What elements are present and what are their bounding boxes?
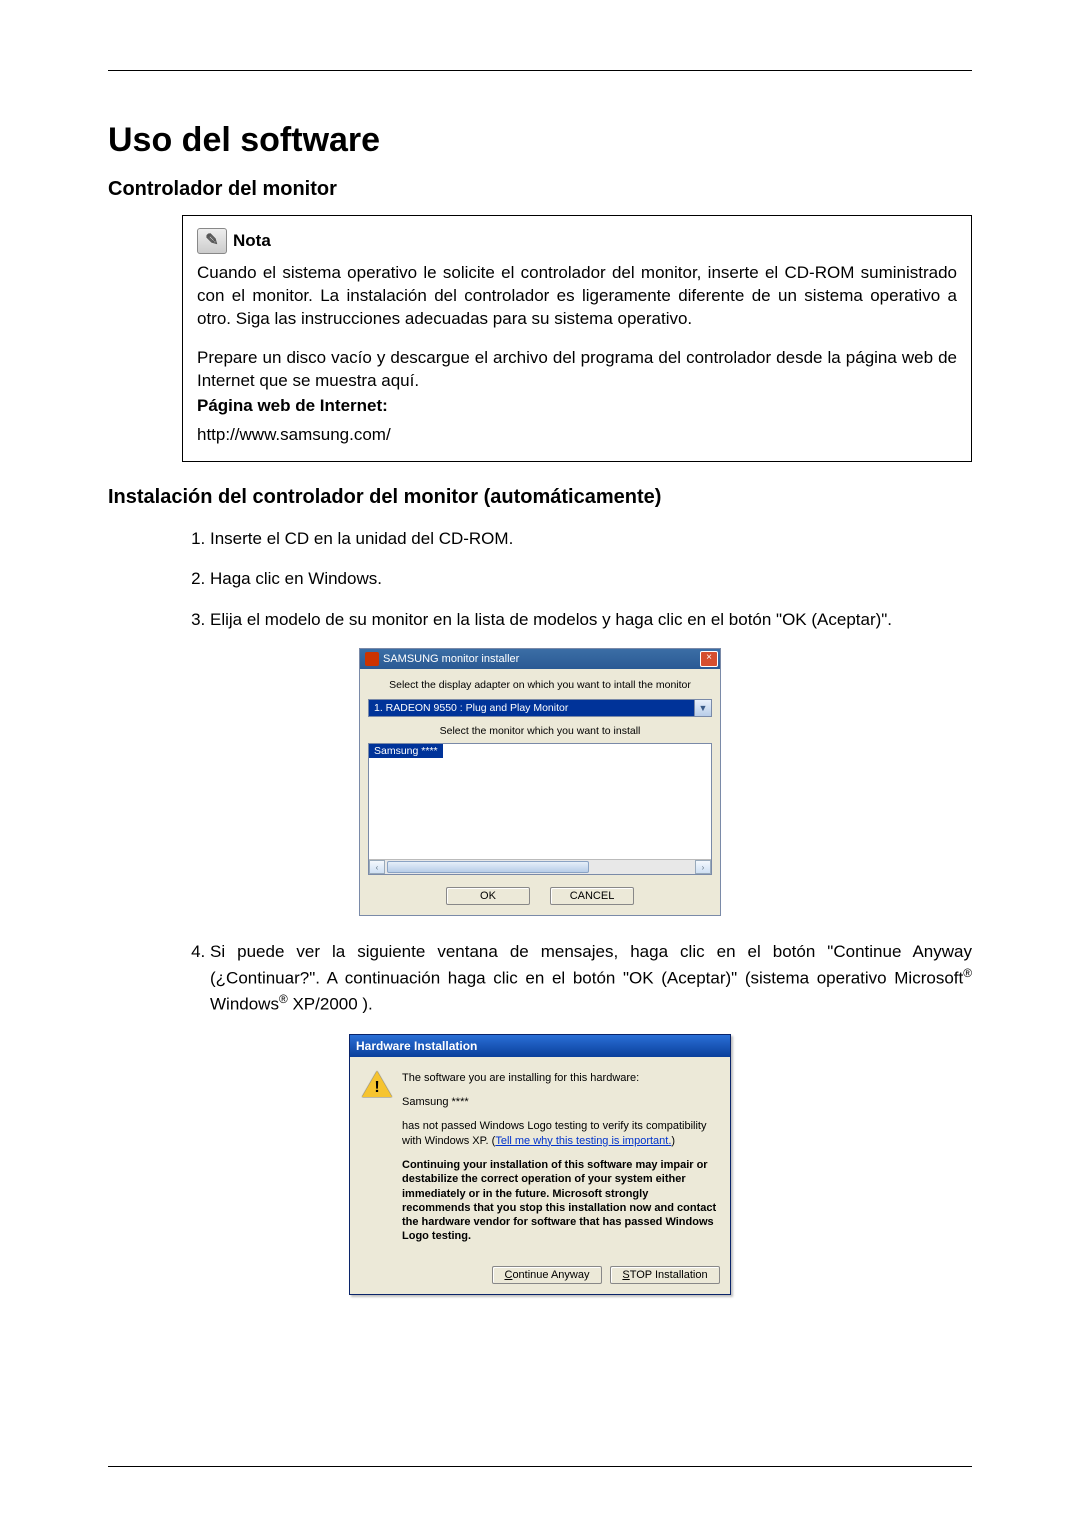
section-auto-install-title: Instalación del controlador del monitor … <box>108 486 972 509</box>
bottom-rule <box>108 1466 972 1467</box>
scroll-thumb[interactable] <box>387 861 589 873</box>
adapter-combobox[interactable]: 1. RADEON 9550 : Plug and Play Monitor ▼ <box>368 699 712 717</box>
note-url: http://www.samsung.com/ <box>197 424 957 447</box>
chevron-down-icon[interactable]: ▼ <box>695 699 712 717</box>
adapter-combobox-value: 1. RADEON 9550 : Plug and Play Monitor <box>368 699 695 717</box>
note-box: ✎ Nota Cuando el sistema operativo le so… <box>182 215 972 462</box>
page-title: Uso del software <box>108 121 972 160</box>
monitor-list-item[interactable]: Samsung **** <box>369 744 443 758</box>
warning-icon: ! <box>362 1071 392 1099</box>
message-warning-block: Continuing your installation of this sof… <box>402 1158 718 1244</box>
hardware-installation-dialog: Hardware Installation ! The software you… <box>349 1034 731 1295</box>
install-steps: Inserte el CD en la unidad del CD-ROM. H… <box>182 527 972 633</box>
scroll-right-icon[interactable]: › <box>695 860 711 874</box>
dialog-title-text: SAMSUNG monitor installer <box>383 653 519 665</box>
step-2: Haga clic en Windows. <box>210 567 972 592</box>
message-hardware-name: Samsung **** <box>402 1095 718 1109</box>
close-button[interactable]: × <box>700 651 718 667</box>
top-rule <box>108 70 972 71</box>
app-icon <box>365 652 379 666</box>
step-1: Inserte el CD en la unidad del CD-ROM. <box>210 527 972 552</box>
note-label: Nota <box>233 230 271 253</box>
message-line-1: The software you are installing for this… <box>402 1071 718 1085</box>
install-steps-cont: Si puede ver la siguiente ventana de men… <box>182 940 972 1017</box>
section-driver-title: Controlador del monitor <box>108 178 972 201</box>
monitor-label: Select the monitor which you want to ins… <box>368 725 712 737</box>
note-website-label: Página web de Internet: <box>197 395 957 418</box>
message-line-2: has not passed Windows Logo testing to v… <box>402 1119 718 1148</box>
dialog-titlebar: SAMSUNG monitor installer × <box>360 649 720 669</box>
why-testing-link[interactable]: Tell me why this testing is important. <box>495 1135 671 1147</box>
horizontal-scrollbar[interactable]: ‹ › <box>369 859 711 874</box>
step-3: Elija el modelo de su monitor en la list… <box>210 608 972 633</box>
samsung-installer-dialog: SAMSUNG monitor installer × Select the d… <box>359 648 721 916</box>
stop-installation-button[interactable]: STOP Installation <box>610 1266 720 1284</box>
dialog-message: The software you are installing for this… <box>402 1071 718 1254</box>
adapter-label: Select the display adapter on which you … <box>368 679 712 691</box>
dialog-titlebar: Hardware Installation <box>350 1035 730 1057</box>
scroll-left-icon[interactable]: ‹ <box>369 860 385 874</box>
step-4: Si puede ver la siguiente ventana de men… <box>210 940 972 1017</box>
cancel-button[interactable]: CANCEL <box>550 887 634 905</box>
note-paragraph-1: Cuando el sistema operativo le solicite … <box>197 262 957 331</box>
note-icon: ✎ <box>197 228 227 254</box>
monitor-listbox[interactable]: Samsung **** ‹ › <box>368 743 712 875</box>
ok-button[interactable]: OK <box>446 887 530 905</box>
note-paragraph-2: Prepare un disco vacío y descargue el ar… <box>197 347 957 393</box>
continue-anyway-button[interactable]: Continue Anyway <box>492 1266 602 1284</box>
